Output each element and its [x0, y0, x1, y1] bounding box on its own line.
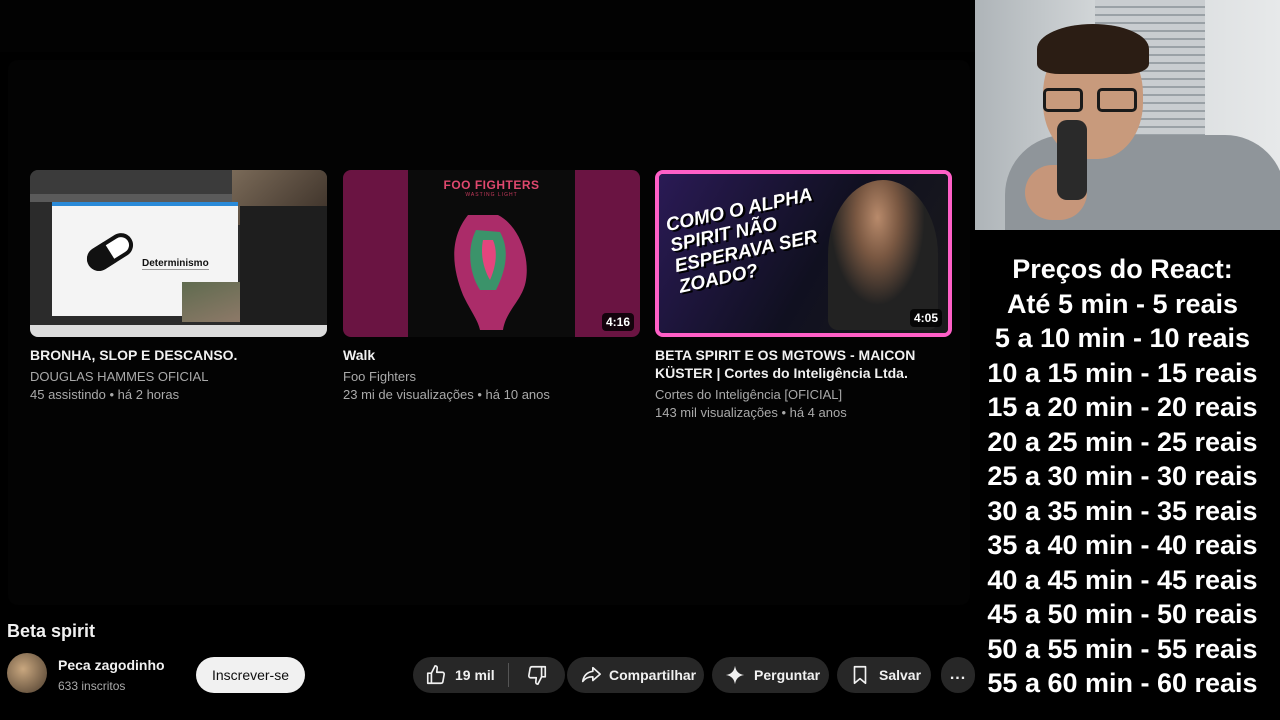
bookmark-icon	[853, 665, 867, 685]
price-line: 30 a 35 min - 35 reais	[987, 495, 1258, 526]
price-line: 45 a 50 min - 50 reais	[987, 599, 1258, 629]
related-video-card[interactable]: FOO FIGHTERS WASTING LIGHT 4:16 Walk Foo…	[343, 170, 640, 404]
save-label: Salvar	[879, 667, 922, 683]
video-duration: 4:16	[601, 313, 634, 331]
price-line: 15 a 20 min - 20 reais	[987, 392, 1258, 422]
thumbs-up-icon	[426, 665, 446, 685]
ask-button[interactable]: Perguntar	[712, 657, 829, 693]
more-horizontal-icon: ...	[949, 666, 967, 683]
thumbs-down-icon	[527, 665, 546, 685]
dislike-button[interactable]	[509, 657, 564, 693]
album-art-figure	[454, 215, 527, 330]
price-line: 20 a 25 min - 25 reais	[987, 426, 1258, 457]
price-line: 55 a 60 min - 60 reais	[987, 668, 1258, 698]
price-line: 5 a 10 min - 10 reais	[994, 323, 1251, 353]
album-art: FOO FIGHTERS WASTING LIGHT	[408, 170, 575, 337]
channel-name[interactable]: Peca zagodinho	[58, 657, 165, 673]
video-thumbnail[interactable]: FOO FIGHTERS WASTING LIGHT 4:16	[343, 170, 640, 337]
webcam-overlay	[975, 0, 1280, 230]
price-line: 50 a 55 min - 55 reais	[987, 633, 1258, 664]
related-video-channel[interactable]: Cortes do Inteligência [OFICIAL]	[655, 386, 952, 404]
related-video-card[interactable]: COMO O ALPHA SPIRIT NÃO ESPERAVA SER ZOA…	[655, 170, 952, 422]
share-label: Compartilhar	[609, 667, 697, 683]
top-bar	[0, 0, 975, 52]
video-thumbnail[interactable]: COMO O ALPHA SPIRIT NÃO ESPERAVA SER ZOA…	[655, 170, 952, 337]
react-price-list: Preços do React: Até 5 min - 5 reais 5 a…	[965, 252, 1280, 701]
microphone-icon	[1057, 120, 1087, 200]
price-line: Até 5 min - 5 reais	[1006, 288, 1239, 319]
webcam-person-hair	[1037, 24, 1149, 74]
thumb-person	[828, 180, 938, 330]
thumb-label: Determinismo	[142, 258, 209, 270]
like-count: 19 mil	[455, 667, 495, 683]
ask-label: Perguntar	[754, 667, 821, 683]
related-video-channel[interactable]: DOUGLAS HAMMES OFICIAL	[30, 368, 327, 386]
save-button[interactable]: Salvar	[837, 657, 931, 693]
sparkle-icon	[725, 665, 745, 685]
price-line: 35 a 40 min - 40 reais	[987, 530, 1258, 560]
share-button[interactable]: Compartilhar	[567, 657, 704, 693]
related-video-card[interactable]: Determinismo BRONHA, SLOP E DESCANSO. DO…	[30, 170, 327, 404]
video-thumbnail[interactable]: Determinismo	[30, 170, 327, 337]
like-dislike-group: 19 mil	[413, 657, 565, 693]
subscriber-count: 633 inscritos	[58, 679, 126, 693]
subscribe-button[interactable]: Inscrever-se	[196, 657, 305, 693]
share-arrow-icon	[581, 666, 601, 683]
video-title: Beta spirit	[7, 621, 96, 641]
related-video-meta: 45 assistindo • há 2 horas	[30, 387, 180, 402]
related-video-meta: 143 mil visualizações • há 4 anos	[655, 405, 847, 420]
channel-avatar[interactable]	[7, 653, 47, 693]
related-video-channel[interactable]: Foo Fighters	[343, 368, 640, 386]
price-line: 25 a 30 min - 30 reais	[987, 461, 1258, 491]
related-video-title[interactable]: Walk	[343, 346, 640, 364]
price-list-title: Preços do React:	[1012, 254, 1233, 284]
video-duration: 4:05	[909, 309, 942, 327]
price-line: 40 a 45 min - 45 reais	[987, 564, 1258, 595]
glasses-icon	[1043, 88, 1141, 114]
related-video-title[interactable]: BETA SPIRIT E OS MGTOWS - MAICON KÜSTER …	[655, 346, 952, 382]
related-video-title[interactable]: BRONHA, SLOP E DESCANSO.	[30, 346, 327, 364]
related-video-meta: 23 mi de visualizações • há 10 anos	[343, 387, 550, 402]
thumb-side-panel	[240, 206, 327, 326]
price-line: 10 a 15 min - 15 reais	[987, 357, 1258, 388]
like-button[interactable]: 19 mil	[413, 657, 508, 693]
